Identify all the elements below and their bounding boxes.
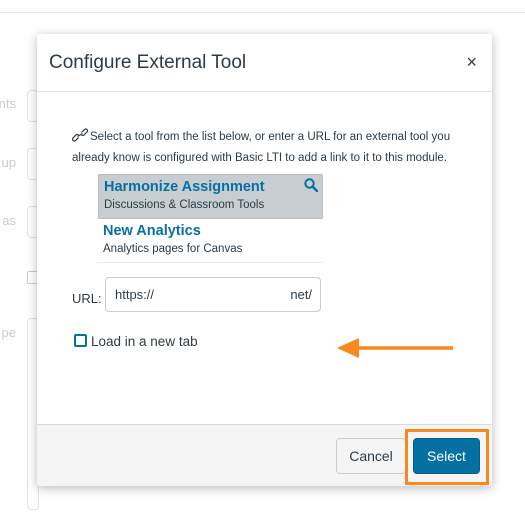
dialog-body: Select a tool from the list below, or en…	[37, 92, 492, 423]
tool-list: Harmonize Assignment Discussions & Class…	[98, 174, 323, 263]
tool-name: Harmonize Assignment	[104, 179, 265, 195]
dialog-header: Configure External Tool ×	[37, 34, 492, 92]
background-label: nts	[0, 96, 16, 111]
close-button[interactable]: ×	[466, 52, 477, 72]
load-in-new-tab-checkbox[interactable]	[74, 334, 87, 347]
cancel-button[interactable]: Cancel	[336, 438, 406, 474]
orange-arrow-icon	[337, 338, 453, 358]
url-value-start: https://	[115, 287, 155, 302]
description-text: Select a tool from the list below, or en…	[72, 131, 451, 164]
tool-description: Analytics pages for Canvas	[103, 243, 243, 255]
tool-description: Discussions & Classroom Tools	[104, 199, 265, 211]
load-in-new-tab-option[interactable]: Load in a new tab	[74, 334, 198, 349]
search-icon[interactable]	[304, 178, 319, 197]
background-divider	[0, 12, 525, 13]
configure-external-tool-dialog: Configure External Tool × Select a tool …	[37, 34, 492, 486]
tool-item-harmonize-assignment[interactable]: Harmonize Assignment Discussions & Class…	[98, 174, 323, 219]
tool-item-new-analytics[interactable]: New Analytics Analytics pages for Canvas	[98, 219, 323, 263]
url-input[interactable]: https:// net/	[105, 277, 321, 312]
url-value-end: net/	[290, 287, 312, 302]
background-label: pe	[1, 325, 16, 340]
dialog-title: Configure External Tool	[49, 52, 247, 73]
dialog-description: Select a tool from the list below, or en…	[71, 128, 462, 168]
url-label: URL:	[72, 291, 102, 306]
dialog-footer: Cancel Select	[37, 424, 492, 486]
select-button[interactable]: Select	[413, 438, 480, 474]
tool-name: New Analytics	[103, 223, 201, 239]
background-label: as	[2, 213, 16, 228]
page: nts up as pe Configure External Tool × S…	[0, 0, 525, 518]
background-label: up	[1, 155, 16, 170]
load-in-new-tab-label: Load in a new tab	[91, 334, 198, 349]
link-icon	[71, 128, 89, 149]
